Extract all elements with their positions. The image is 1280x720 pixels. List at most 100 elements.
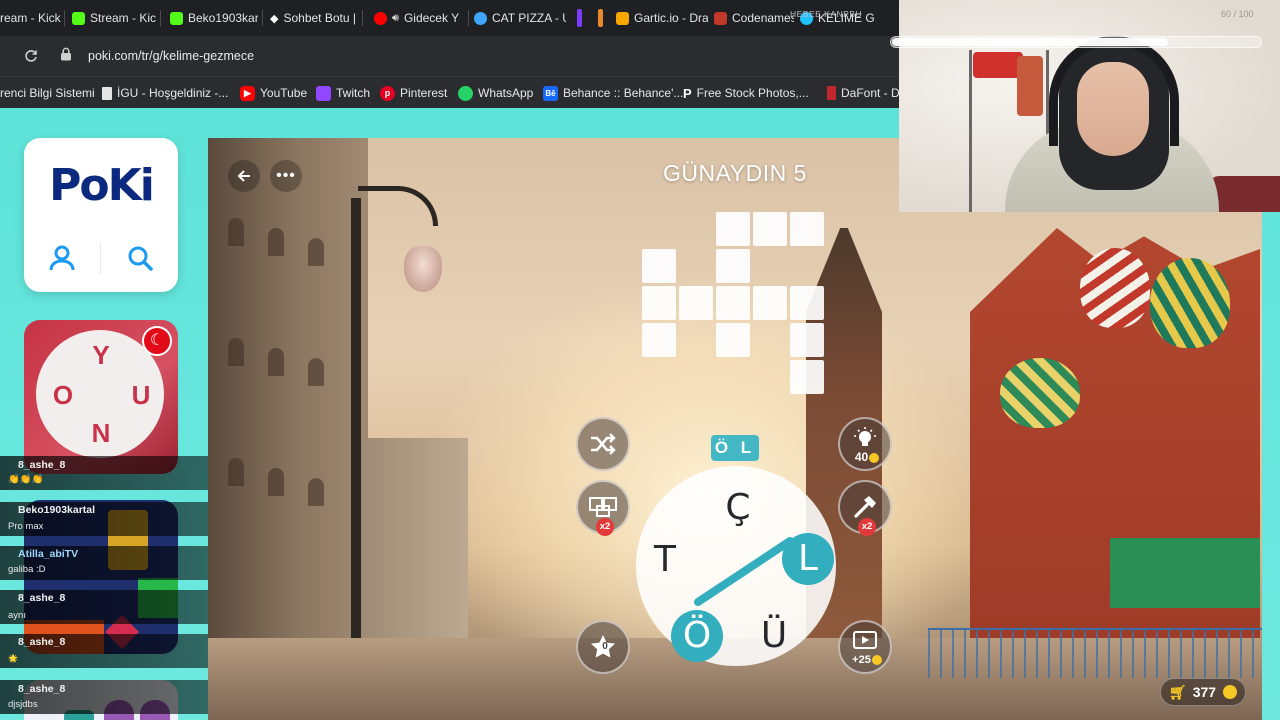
tab-label: Beko1903kart (188, 11, 258, 25)
webcam-overlay-text: 60 / 100 (1221, 9, 1254, 19)
bookmark-twitch[interactable]: Twitch (316, 85, 370, 101)
wheel-letter[interactable]: T (641, 536, 689, 584)
chat-username: 8_ashe_8 (18, 592, 66, 604)
browser-tab[interactable]: 🔊︎ Gidecek Y (374, 6, 464, 30)
divider (100, 242, 101, 274)
bookmark-igu[interactable]: İGU - Hoşgeldiniz -... (102, 85, 228, 101)
crossword-cell (790, 360, 824, 394)
double-tiles-icon (589, 497, 617, 517)
hint-button[interactable]: 40 (838, 417, 892, 471)
cat-pizza-icon (474, 11, 487, 25)
crossword-cell (753, 212, 787, 246)
whatsapp-icon (458, 85, 473, 101)
star-count: 0 (602, 641, 608, 652)
chat-username: Beko1903kartal (18, 504, 96, 516)
turkish-flag-icon: ☾ (142, 326, 172, 356)
back-button[interactable] (228, 160, 260, 192)
bookmark-ogrenci[interactable]: renci Bilgi Sistemi (0, 85, 95, 101)
tab-group-indicator[interactable] (577, 9, 582, 27)
thumb-letter: O (52, 380, 74, 410)
gartic-icon (616, 11, 629, 25)
hammer-icon (854, 496, 876, 518)
bookmark-label: DaFont - D (841, 86, 900, 100)
wheel-letter[interactable]: Ü (750, 612, 798, 660)
browser-tab[interactable]: Stream - Kick (72, 6, 156, 30)
wheel-letter[interactable]: Ç (714, 484, 762, 532)
crossword-cell (753, 286, 787, 320)
game-canvas[interactable]: ••• GÜNAYDIN 5 Ö L Ç T L Ö Ü x2 0 40 x2 … (208, 138, 1262, 720)
coin-balance: 377 (1192, 684, 1217, 700)
reload-icon (25, 50, 37, 62)
search-icon[interactable] (126, 244, 154, 272)
lock-icon[interactable] (60, 47, 72, 61)
coin-icon (1223, 685, 1238, 699)
video-reward: +25 (840, 654, 894, 666)
webcam-clothes (1017, 56, 1043, 116)
bookmarks-bar: renci Bilgi Sistemi İGU - Hoşgeldiniz -.… (0, 76, 900, 108)
fence (928, 628, 1262, 678)
browser-tab[interactable]: Codenames (714, 6, 794, 30)
thumb-letter: Y (92, 340, 110, 370)
bookmark-label: WhatsApp (478, 86, 534, 100)
pexels-icon: P (683, 85, 692, 101)
coin-icon (871, 655, 882, 666)
current-word-display: Ö L (711, 435, 759, 461)
bot-icon: ◆ (270, 12, 279, 25)
wheel-letter-selected[interactable]: Ö (671, 610, 723, 662)
chat-username: 8_ashe_8 (18, 636, 66, 648)
bookmark-label: Free Stock Photos,... (696, 86, 809, 100)
browser-tab[interactable]: CAT PIZZA - U (474, 6, 566, 30)
chat-message: galiba :D (8, 564, 46, 575)
crossword-cell (642, 249, 676, 283)
bookmark-pinterest[interactable]: p Pinterest (380, 85, 447, 101)
bookmark-whatsapp[interactable]: WhatsApp (458, 85, 533, 101)
user-icon[interactable] (48, 244, 76, 272)
tab-overlay-text: HEBEE KANPBU (790, 9, 863, 19)
browser-tab[interactable]: Beko1903kart (170, 6, 258, 30)
bookmark-pexels[interactable]: P Free Stock Photos,... (683, 85, 809, 101)
chat-username: Atilla_abiTV (18, 548, 79, 560)
shuffle-button[interactable] (576, 417, 630, 471)
street-lamp (358, 186, 438, 226)
twitch-icon (316, 85, 331, 101)
browser-tab[interactable]: ream - Kick (0, 6, 62, 30)
star-bonus-button[interactable]: 0 (576, 620, 630, 674)
bookmark-dafont[interactable]: DaFont - D (827, 85, 900, 101)
more-button[interactable]: ••• (270, 160, 302, 192)
browser-tab[interactable]: Gartic.io - Dra (616, 6, 708, 30)
watch-video-button[interactable]: +25 (838, 620, 892, 674)
letter-wheel[interactable]: Ç T L Ö Ü (636, 466, 836, 666)
chat-message: 👏👏👏 (8, 474, 44, 485)
address-bar[interactable]: poki.com/tr/g/kelime-gezmece (88, 49, 254, 63)
background-building (208, 138, 368, 720)
bookmark-label: Twitch (336, 86, 371, 100)
chat-username: 8_ashe_8 (18, 459, 66, 471)
shuffle-icon (591, 433, 616, 455)
hammer-button[interactable]: x2 (838, 480, 892, 536)
video-play-icon (853, 631, 877, 649)
poki-nav-card: PoKi (24, 138, 178, 292)
badge: x2 (858, 518, 876, 536)
browser-tab[interactable]: ◆ Sohbet Botu | (270, 6, 356, 30)
tab-label: Stream - Kick (90, 11, 156, 25)
chat-message: djsjdbs (8, 699, 38, 710)
reload-button[interactable] (20, 45, 42, 67)
crossword-cell (716, 286, 750, 320)
double-points-button[interactable]: x2 (576, 480, 630, 536)
bookmark-youtube[interactable]: ▶ YouTube (240, 85, 307, 101)
bookmark-behance[interactable]: Bē Behance :: Behance'... (543, 85, 683, 101)
poki-logo[interactable]: PoKi (24, 160, 178, 211)
street-lamp (404, 246, 442, 292)
tab-group-indicator[interactable] (598, 9, 603, 27)
volume-slider[interactable] (890, 36, 1262, 48)
bookmark-label: renci Bilgi Sistemi (0, 86, 95, 100)
bookmark-label: Pinterest (400, 86, 448, 100)
tab-label: CAT PIZZA - U (492, 11, 566, 25)
wheel-letter-selected[interactable]: L (782, 533, 834, 585)
coin-balance-button[interactable]: 🛒︎ 377 (1160, 678, 1246, 706)
crossword-cell (790, 212, 824, 246)
speaker-icon: 🔊︎ (392, 11, 399, 24)
shop-cart-icon: 🛒︎ (1168, 683, 1187, 700)
game-thumbnail-kelime-gezmece[interactable]: Y O U N ☾ (24, 320, 178, 474)
codenames-icon (714, 11, 727, 25)
